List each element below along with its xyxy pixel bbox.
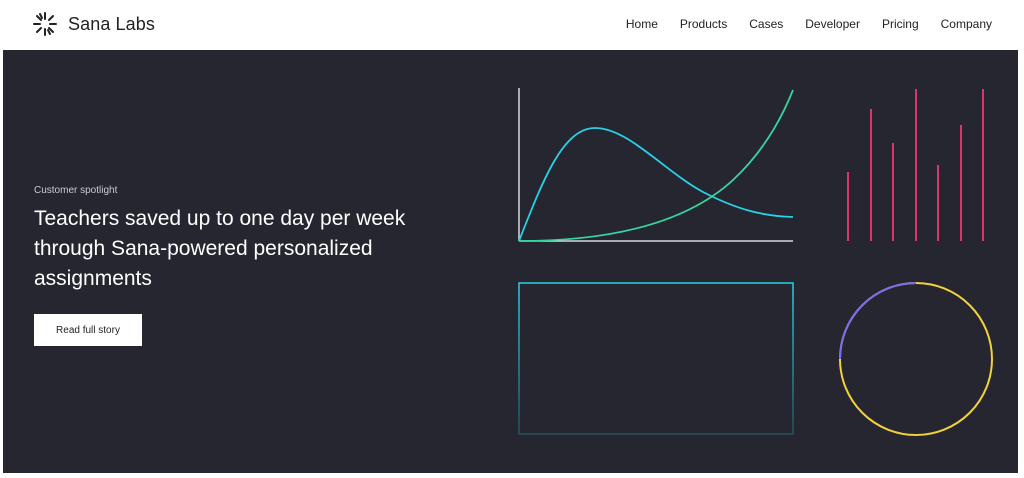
purple-ring-arc xyxy=(839,282,917,360)
pink-bars-graphic xyxy=(847,89,984,241)
ring-graphic xyxy=(839,282,993,436)
green-growth-curve xyxy=(518,89,794,242)
main-nav: Home Products Cases Developer Pricing Co… xyxy=(626,17,992,31)
hero-section: Customer spotlight Teachers saved up to … xyxy=(3,50,1018,473)
sana-starburst-icon xyxy=(33,12,57,36)
brand-logo[interactable]: Sana Labs xyxy=(32,11,155,37)
top-navigation-bar: Sana Labs Home Products Cases Developer … xyxy=(0,0,1024,50)
nav-link-pricing[interactable]: Pricing xyxy=(882,17,919,31)
curve-chart-graphic xyxy=(518,88,794,242)
nav-link-developer[interactable]: Developer xyxy=(805,17,860,31)
brand-name: Sana Labs xyxy=(68,13,155,34)
cyan-grid-graphic xyxy=(518,282,794,435)
nav-link-cases[interactable]: Cases xyxy=(749,17,783,31)
nav-link-products[interactable]: Products xyxy=(680,17,727,31)
nav-link-company[interactable]: Company xyxy=(941,17,992,31)
cyan-bell-curve xyxy=(518,127,794,242)
nav-link-home[interactable]: Home xyxy=(626,17,658,31)
hero-illustration xyxy=(518,88,993,436)
